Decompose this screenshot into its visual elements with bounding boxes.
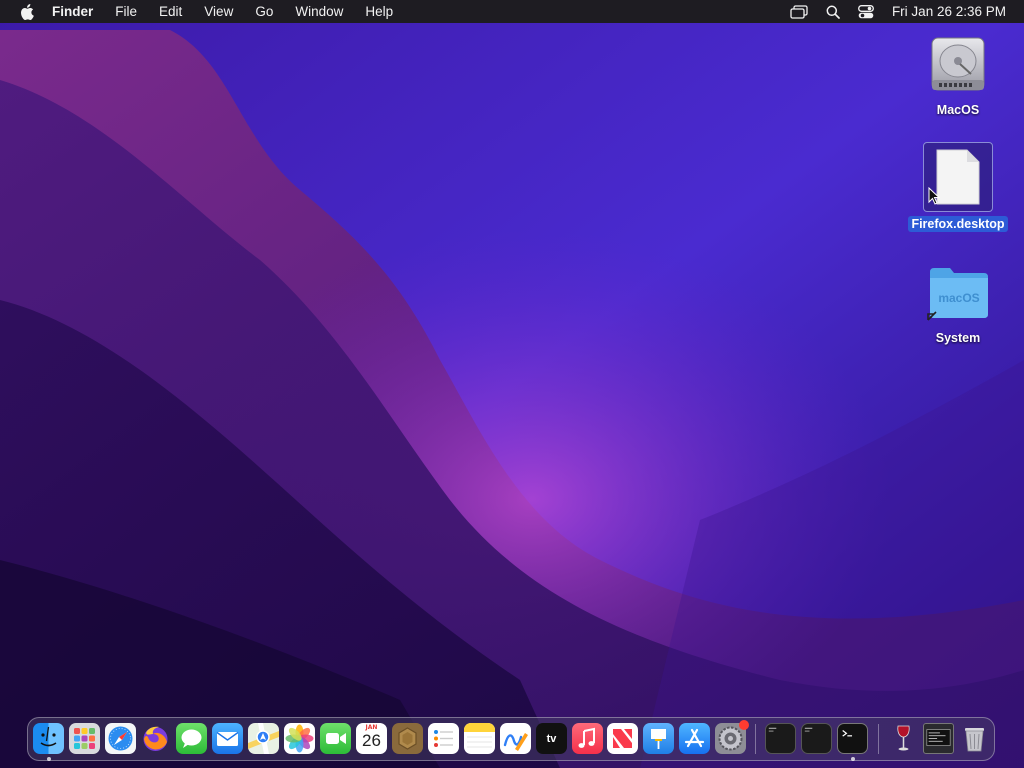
dock-app-store-icon[interactable] (679, 723, 710, 754)
dock-archive-utility-icon[interactable] (392, 723, 423, 754)
dock-photos-icon[interactable] (284, 723, 315, 754)
dock-apple-tv-icon[interactable]: tv (536, 723, 567, 754)
menu-file[interactable]: File (115, 4, 137, 19)
dock-reminders-icon[interactable] (428, 723, 459, 754)
dock-music-icon[interactable] (572, 723, 603, 754)
menu-bar: Finder File Edit View Go Window Help Fri… (0, 0, 1024, 23)
menu-help[interactable]: Help (365, 4, 393, 19)
dock-launchpad-icon[interactable] (69, 723, 100, 754)
dock-mail-icon[interactable] (212, 723, 243, 754)
dock-wine-icon[interactable] (888, 723, 919, 754)
desktop-icon-label: System (935, 331, 981, 345)
mouse-cursor-icon (928, 187, 940, 205)
dock: JAN 26 tv (27, 717, 995, 761)
control-center-icon[interactable] (857, 4, 874, 19)
dock-trash-icon[interactable] (959, 723, 990, 754)
calendar-month: JAN (365, 724, 378, 731)
dock-terminal-icon[interactable] (837, 723, 868, 754)
menu-edit[interactable]: Edit (159, 4, 182, 19)
dock-news-icon[interactable] (607, 723, 638, 754)
dock-facetime-icon[interactable] (320, 723, 351, 754)
dock-terminal-window-icon[interactable] (801, 723, 832, 754)
desktop-icon-label: MacOS (936, 103, 980, 117)
menu-window[interactable]: Window (295, 4, 343, 19)
dock-console-icon[interactable] (923, 723, 954, 754)
dock-system-settings-icon[interactable] (715, 720, 749, 754)
desktop-icon-macos[interactable]: MacOS (903, 30, 1013, 118)
notification-badge (739, 720, 749, 730)
dock-running-indicator (47, 757, 51, 761)
dock-freeform-icon[interactable] (500, 723, 531, 754)
dock-messages-icon[interactable] (176, 723, 207, 754)
apple-menu-icon[interactable] (20, 3, 34, 20)
dock-firefox-icon[interactable] (140, 723, 171, 754)
spotlight-search-icon[interactable] (826, 5, 840, 19)
menu-app-name[interactable]: Finder (52, 4, 93, 19)
folder-alias-icon: macOS (924, 258, 992, 326)
dock-terminal-window-icon[interactable] (765, 723, 796, 754)
desktop-wallpaper (0, 0, 1024, 768)
dock-calendar-icon[interactable]: JAN 26 (356, 723, 387, 754)
dock-maps-icon[interactable] (248, 723, 279, 754)
dock-separator (878, 724, 879, 754)
hard-drive-icon (924, 30, 992, 98)
menu-bar-clock[interactable]: Fri Jan 26 2:36 PM (892, 4, 1006, 19)
dock-keynote-icon[interactable] (643, 723, 674, 754)
folder-badge-text: macOS (938, 291, 979, 305)
desktop-icon-system[interactable]: macOS System (903, 258, 1013, 346)
dock-notes-icon[interactable] (464, 723, 495, 754)
menu-view[interactable]: View (204, 4, 233, 19)
menu-go[interactable]: Go (255, 4, 273, 19)
calendar-day: 26 (362, 731, 381, 750)
desktop-icon-label: Firefox.desktop (908, 216, 1008, 232)
screen-mirroring-icon[interactable] (790, 4, 808, 19)
dock-finder-icon[interactable] (33, 723, 64, 754)
dock-running-indicator (851, 757, 855, 761)
dock-safari-icon[interactable] (105, 723, 136, 754)
apple-tv-label: tv (546, 732, 557, 745)
desktop-icon-firefox-desktop[interactable]: Firefox.desktop (903, 142, 1013, 232)
dock-separator (755, 724, 756, 754)
